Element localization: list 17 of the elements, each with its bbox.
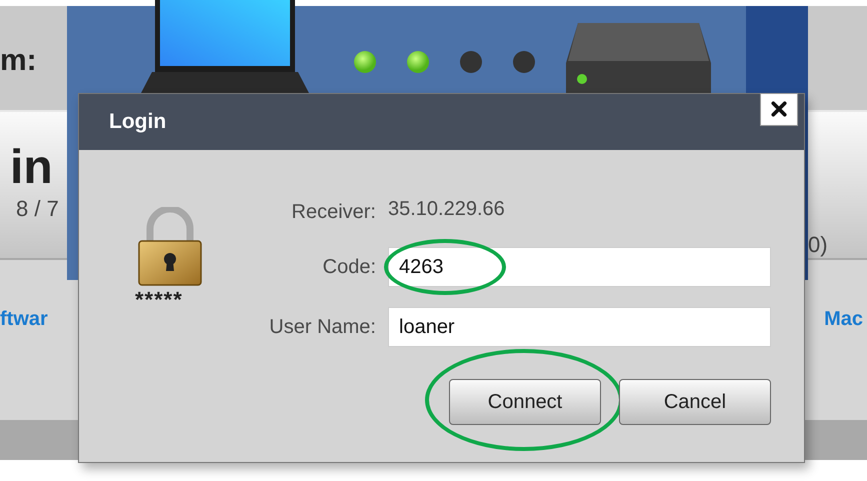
dialog-button[interactable]: Connect: [449, 379, 601, 425]
input-field[interactable]: 4263: [388, 247, 771, 287]
receiver-label: Receiver:: [290, 201, 376, 224]
heading-fragment: in: [10, 144, 54, 192]
masked-code: *****: [135, 289, 183, 311]
label-fragment: m:: [0, 44, 37, 79]
close-icon: [771, 101, 787, 117]
receiver-address: 35.10.229.66: [388, 198, 506, 221]
laptop-icon: [140, 0, 310, 95]
input-field[interactable]: loaner: [388, 307, 771, 347]
field-label: Code:: [322, 256, 376, 278]
field-label: User Name:: [268, 316, 376, 338]
count-fragment: 0): [808, 232, 829, 258]
dialog-button[interactable]: Cancel: [619, 379, 771, 425]
dialog-title: Login: [109, 110, 166, 134]
close-button[interactable]: [760, 92, 798, 126]
date-fragment: 8 / 7: [16, 196, 60, 222]
